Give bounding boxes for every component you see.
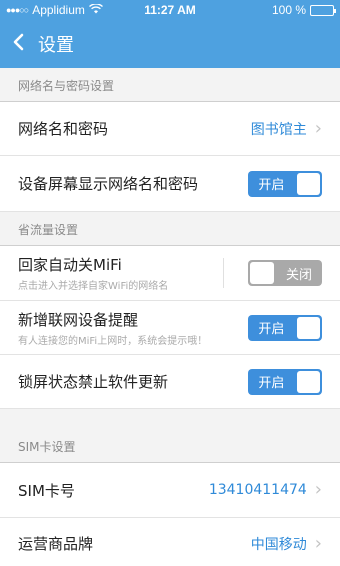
back-chevron-icon[interactable]: [12, 33, 32, 56]
row-label: SIM卡号: [18, 481, 75, 500]
new-device-alert-toggle[interactable]: 开启: [248, 314, 322, 341]
chevron-right-icon: ›: [314, 117, 322, 139]
row-sublabel: 点击进入并选择自家WiFi的网络名: [18, 281, 169, 292]
status-bar: ●●●○○ Applidium 11:27 AM 100 %: [0, 0, 340, 20]
sim-number-row[interactable]: SIM卡号 13410411474 ›: [0, 463, 340, 518]
vertical-divider: [223, 258, 224, 288]
wifi-icon: [88, 3, 103, 17]
toggle-label: 开启: [258, 376, 285, 391]
carrier-label: Applidium: [32, 3, 85, 17]
toggle-knob: [296, 370, 320, 393]
new-device-alert-row: 新增联网设备提醒 有人连接您的MiFi上网时，系统会提示哦！ 开启: [0, 301, 340, 355]
auto-close-mifi-row[interactable]: 回家自动关MiFi 点击进入并选择自家WiFi的网络名 关闭: [0, 246, 340, 301]
toggle-label: 开启: [258, 178, 285, 193]
row-label: 锁屏状态禁止软件更新: [18, 373, 169, 391]
chevron-right-icon: ›: [314, 532, 322, 554]
toggle-label: 关闭: [285, 267, 312, 283]
row-label: 网络名和密码: [18, 120, 109, 138]
battery-icon: [310, 4, 336, 16]
network-name-value: 图书馆主: [250, 121, 307, 138]
battery-percent: 100 %: [271, 3, 306, 17]
signal-icon: ●●●○○: [6, 5, 29, 15]
row-label: 设备屏幕显示网络名和密码: [18, 175, 199, 193]
toggle-label: 开启: [258, 322, 285, 337]
row-label: 回家自动关MiFi: [18, 256, 122, 274]
row-sublabel: 有人连接您的MiFi上网时，系统会提示哦！: [18, 335, 208, 347]
row-label: 运营商品牌: [18, 535, 94, 553]
section-header-traffic: 省流量设置: [0, 212, 340, 246]
row-label: 新增联网设备提醒: [18, 310, 139, 329]
page-title: 设置: [38, 35, 74, 56]
toggle-knob: [296, 316, 320, 339]
nav-bar: 设置: [0, 20, 340, 68]
carrier-brand-value: 中国移动: [250, 536, 307, 553]
network-name-password-row[interactable]: 网络名和密码 图书馆主 ›: [0, 102, 340, 156]
show-on-screen-row: 设备屏幕显示网络名和密码 开启: [0, 156, 340, 212]
lock-screen-update-toggle[interactable]: 开启: [248, 368, 322, 395]
section-header-network: 网络名与密码设置: [0, 68, 340, 102]
section-header-sim: SIM卡设置: [0, 409, 340, 463]
toggle-knob: [296, 172, 320, 195]
show-on-screen-toggle[interactable]: 开启: [248, 170, 322, 197]
toggle-knob: [250, 262, 274, 284]
carrier-brand-row[interactable]: 运营商品牌 中国移动 ›: [0, 518, 340, 566]
auto-close-mifi-toggle[interactable]: 关闭: [248, 260, 322, 286]
sim-number-value: 13410411474: [208, 482, 307, 498]
chevron-right-icon: ›: [314, 479, 322, 500]
lock-screen-update-row: 锁屏状态禁止软件更新 开启: [0, 355, 340, 409]
